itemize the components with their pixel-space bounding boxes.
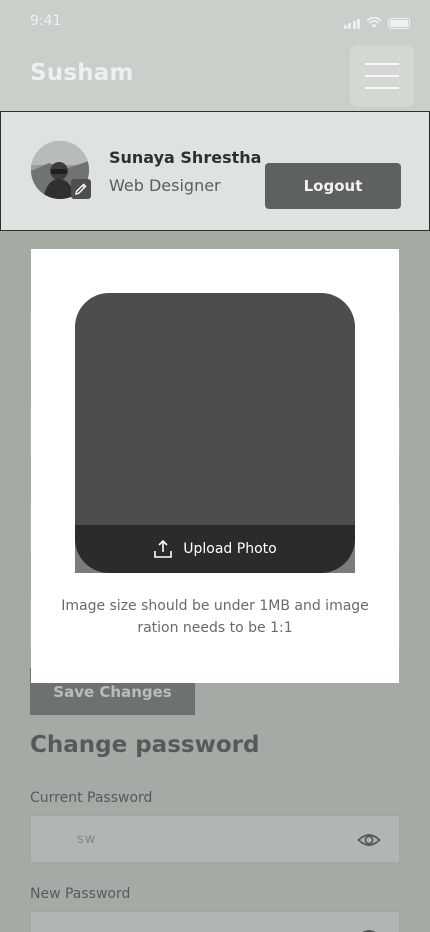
brand-logo[interactable]: Susham — [30, 60, 134, 86]
upload-requirements-note: Image size should be under 1MB and image… — [61, 598, 369, 636]
upload-photo-label: Upload Photo — [183, 541, 277, 557]
menu-button[interactable] — [350, 45, 414, 107]
upload-photo-button[interactable]: Upload Photo — [75, 525, 355, 573]
edit-avatar-button[interactable] — [71, 179, 91, 199]
account-settings-screen: 9:41 Susham Sunaya Shrestha Web Designer… — [0, 0, 430, 932]
upload-icon — [154, 539, 173, 558]
profile-role: Web Designer — [109, 176, 221, 195]
wifi-icon — [366, 17, 382, 28]
edit-icon — [75, 183, 87, 195]
status-icons — [343, 17, 410, 29]
upload-photo-modal: Upload Photo Image size should be under … — [31, 249, 399, 683]
logout-button[interactable]: Logout — [265, 163, 401, 209]
status-time: 9:41 — [30, 13, 62, 29]
signal-icon — [343, 19, 360, 29]
profile-name: Sunaya Shrestha — [109, 148, 262, 167]
battery-icon — [388, 18, 410, 29]
profile-card: Sunaya Shrestha Web Designer Logout — [0, 111, 430, 231]
menu-icon — [365, 63, 399, 65]
photo-preview[interactable]: Upload Photo — [75, 293, 355, 573]
